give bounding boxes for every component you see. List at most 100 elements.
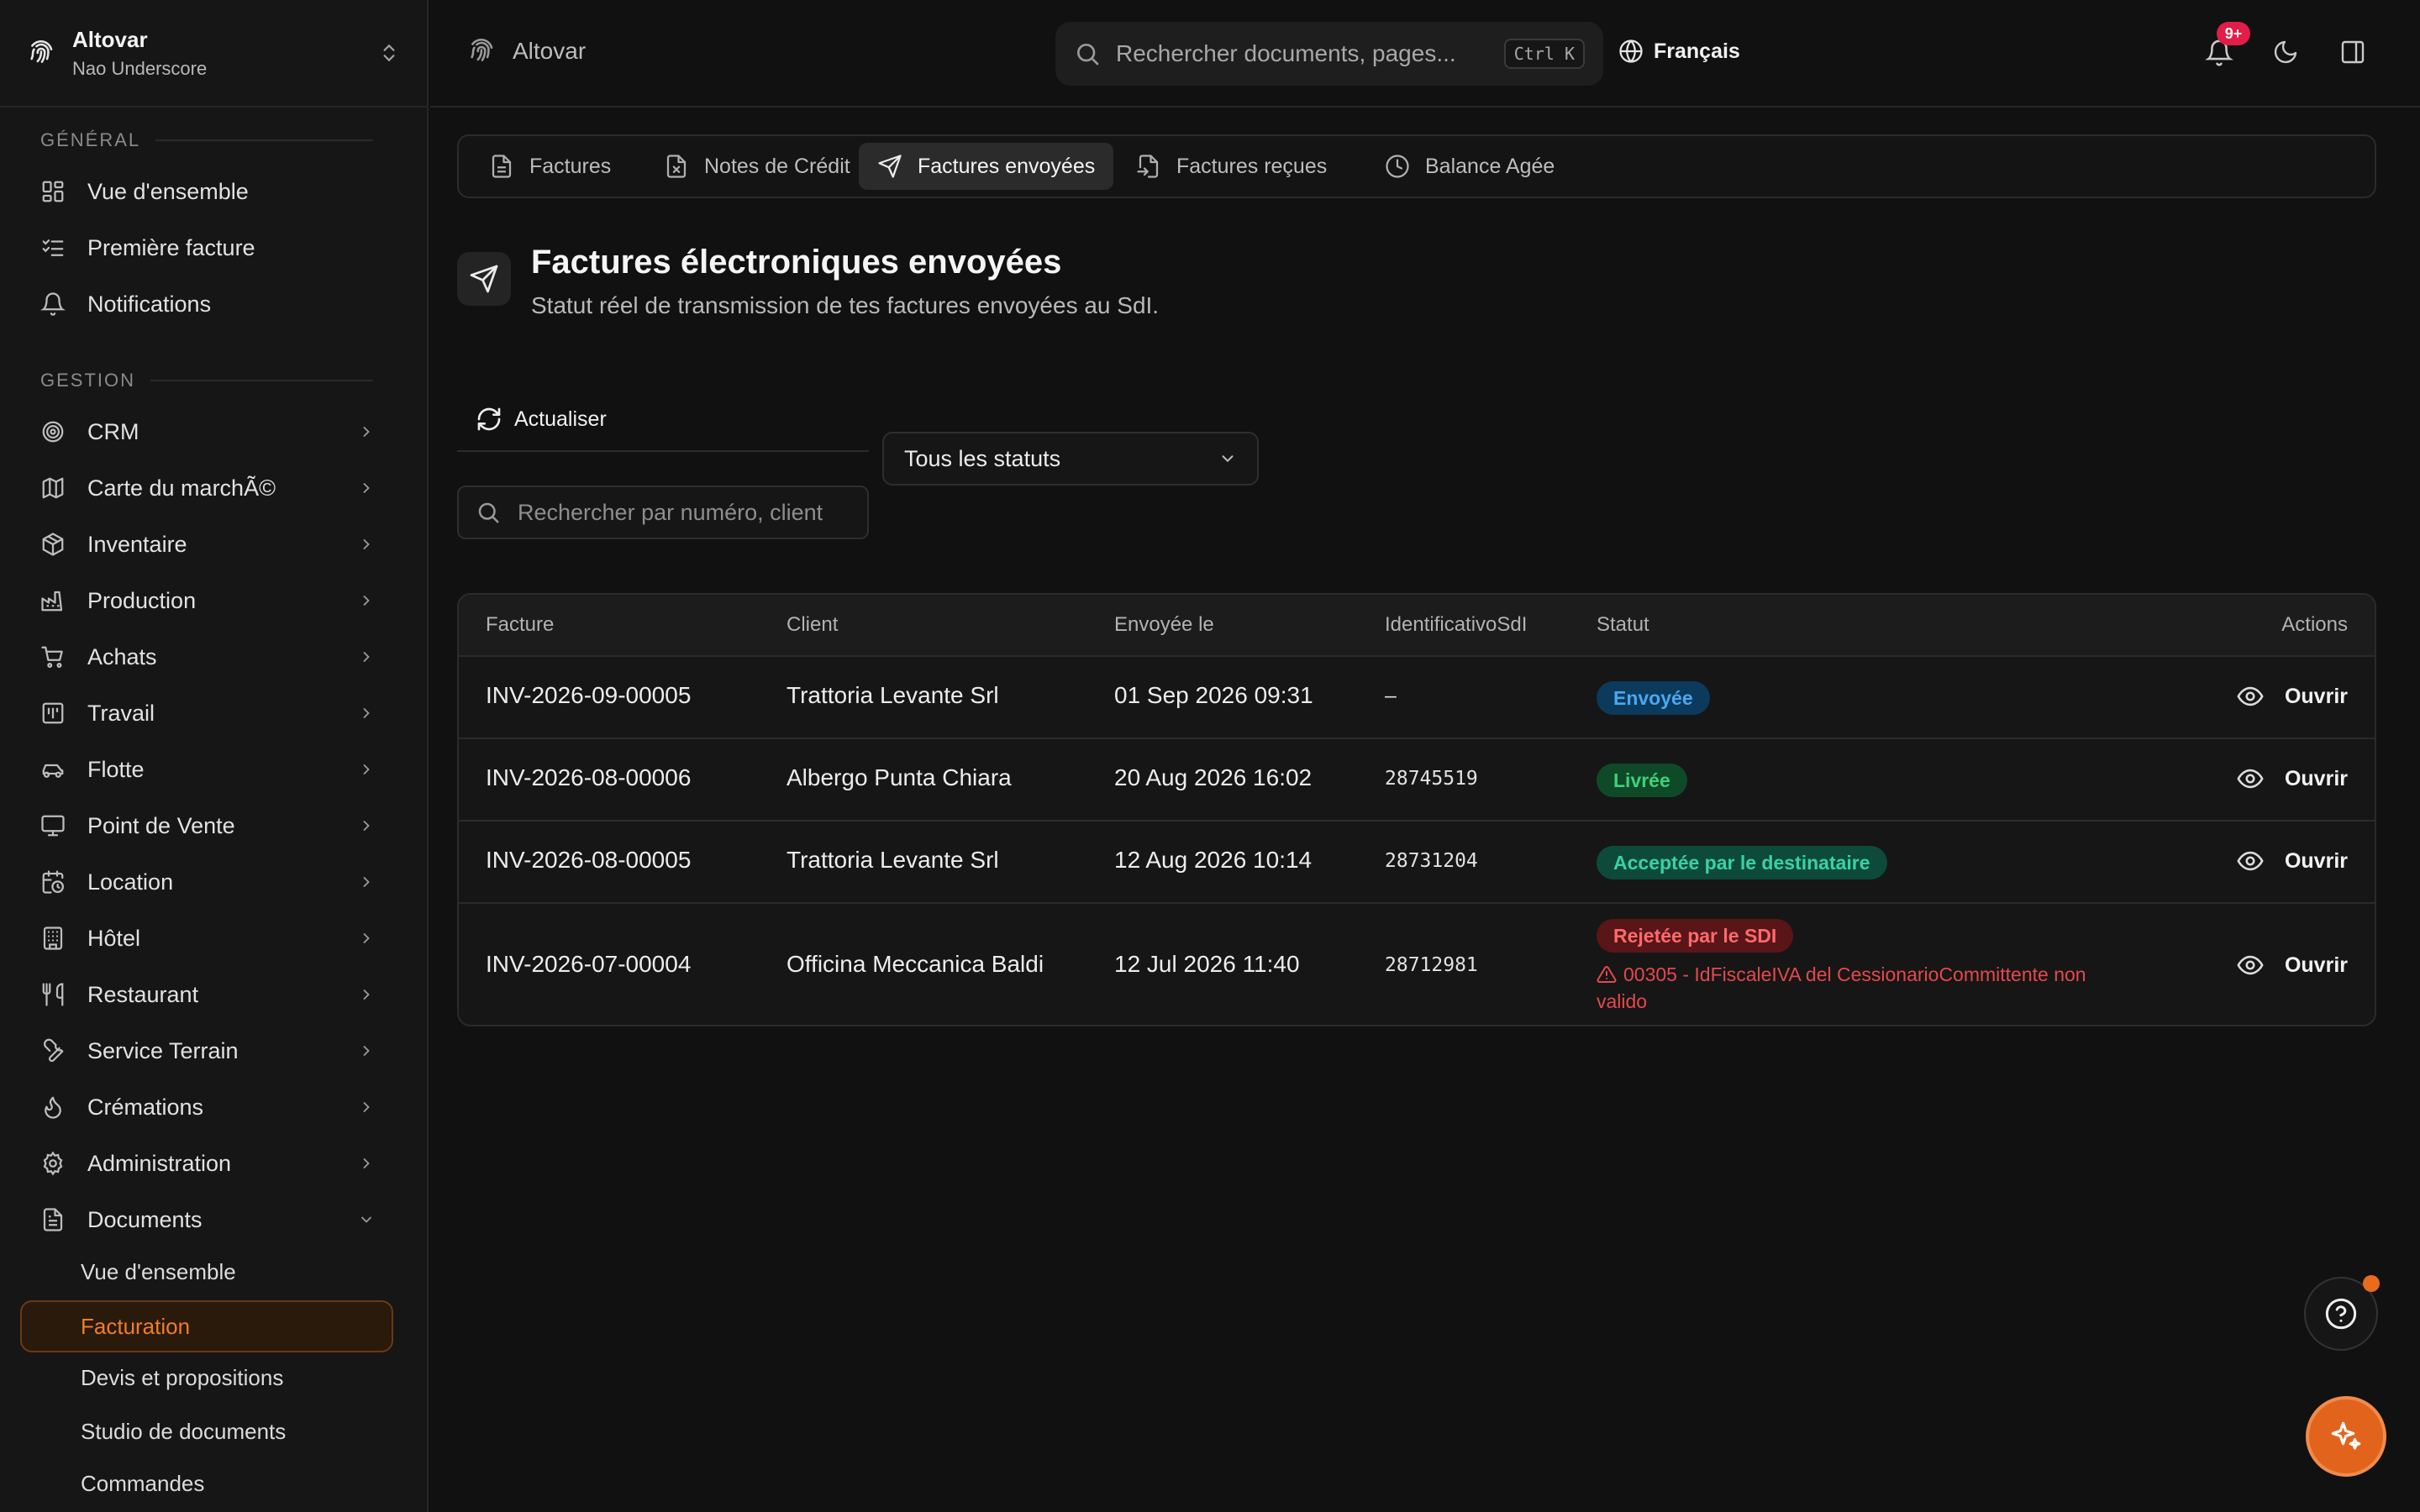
- bell-icon: [40, 292, 66, 316]
- fingerprint-icon: [30, 39, 53, 63]
- sent-date: 12 Aug 2026 10:14: [1114, 847, 1313, 873]
- chevron-right-icon: [363, 539, 370, 549]
- table-header: Facture Client Envoyée le Identificativo…: [459, 595, 2375, 657]
- open-button[interactable]: Ouvrir: [2236, 951, 2348, 979]
- open-button[interactable]: Ouvrir: [2236, 764, 2348, 793]
- sidebar-item-work[interactable]: Travail: [40, 693, 375, 733]
- column-header-invoice: Facture: [486, 613, 555, 636]
- sidebar-item-label: Administration: [87, 1150, 232, 1176]
- chevrons-up-down-icon: [383, 44, 395, 62]
- help-indicator-dot: [2363, 1275, 2380, 1292]
- send-icon: [470, 265, 498, 293]
- sidebar-item-restaurant[interactable]: Restaurant: [40, 974, 375, 1015]
- sdi-id: 28745519: [1385, 768, 1478, 790]
- invoice-number: INV-2026-09-00005: [486, 682, 692, 708]
- language-label: Français: [1654, 39, 1740, 63]
- topbar-brand[interactable]: Altovar: [467, 37, 586, 66]
- fingerprint-icon: [471, 38, 493, 61]
- org-switcher[interactable]: Altovar Nao Underscore: [0, 0, 427, 108]
- sidebar-toggle-icon[interactable]: [2339, 39, 2366, 66]
- document-icon: [43, 1208, 63, 1231]
- sidebar-item-label: Première facture: [87, 234, 255, 260]
- sidebar-item-inventory[interactable]: Inventaire: [40, 524, 375, 564]
- open-label: Ouvrir: [2284, 953, 2348, 977]
- rejection-error-text: 00305 - IdFiscaleIVA del CessionarioComm…: [1597, 963, 2086, 1012]
- open-button[interactable]: Ouvrir: [2236, 682, 2348, 711]
- tab-aged-balance[interactable]: Balance Agée: [1366, 143, 1573, 190]
- client-name: Albergo Punta Chiara: [786, 764, 1012, 790]
- sidebar-item-production[interactable]: Production: [40, 580, 375, 621]
- tab-label: Factures: [529, 154, 612, 178]
- sidebar-item-administration[interactable]: Administration: [40, 1143, 375, 1184]
- status-badge: Livrée: [1597, 764, 1687, 797]
- wrench-icon: [44, 1038, 64, 1063]
- sent-date: 12 Jul 2026 11:40: [1114, 951, 1300, 977]
- sidebar-item-label: Service Terrain: [87, 1037, 239, 1063]
- column-header-status: Statut: [1597, 613, 1649, 636]
- column-header-client: Client: [786, 613, 839, 636]
- sent-date: 01 Sep 2026 09:31: [1114, 682, 1313, 708]
- sidebar-item-label: Travail: [87, 700, 155, 726]
- ai-assistant-button[interactable]: [2306, 1396, 2386, 1477]
- sidebar-sub-document-studio[interactable]: Studio de documents: [81, 1419, 286, 1445]
- eye-icon: [2237, 769, 2264, 789]
- status-filter-select[interactable]: Tous les statuts: [882, 432, 1259, 486]
- invoice-number: INV-2026-08-00005: [486, 847, 692, 873]
- document-x-icon: [666, 155, 687, 178]
- sidebar-item-documents[interactable]: Documents: [40, 1200, 375, 1240]
- org-user: Nao Underscore: [72, 57, 208, 79]
- table-row: INV-2026-08-00006 Albergo Punta Chiara 2…: [459, 739, 2375, 822]
- warning-icon: [1597, 965, 1617, 983]
- sidebar-item-hotel[interactable]: Hôtel: [40, 918, 375, 958]
- global-search[interactable]: Rechercher documents, pages... Ctrl K: [1055, 22, 1603, 86]
- sidebar-item-rental[interactable]: Location: [40, 862, 375, 902]
- sidebar-sub-quotes[interactable]: Devis et propositions: [81, 1365, 283, 1391]
- sidebar-item-label: Location: [87, 869, 174, 895]
- sidebar-item-label: Documents: [87, 1206, 203, 1232]
- chevron-right-icon: [363, 427, 370, 437]
- global-search-placeholder: Rechercher documents, pages...: [1116, 40, 1456, 66]
- sidebar-item-purchases[interactable]: Achats: [40, 637, 375, 677]
- status-badge: Acceptée par le destinataire: [1597, 846, 1887, 879]
- page-title: Factures électroniques envoyées: [531, 244, 1062, 281]
- sdi-id: 28731204: [1385, 850, 1478, 872]
- sidebar-item-market-map[interactable]: Carte du marchÃ©: [40, 468, 375, 508]
- topbar-brand-name: Altovar: [513, 38, 587, 64]
- sidebar-item-label: Production: [87, 587, 197, 613]
- sidebar-item-cremations[interactable]: Crémations: [40, 1087, 375, 1127]
- sidebar-sub-orders[interactable]: Commandes: [81, 1471, 204, 1497]
- chevron-right-icon: [363, 1102, 370, 1112]
- moon-icon[interactable]: [2272, 39, 2299, 66]
- sidebar-item-fleet[interactable]: Flotte: [40, 749, 375, 790]
- sidebar-sub-invoicing[interactable]: Facturation: [20, 1300, 393, 1352]
- sidebar-item-label: Achats: [87, 643, 157, 669]
- sidebar-item-pos[interactable]: Point de Vente: [40, 806, 375, 846]
- sidebar-item-notifications[interactable]: Notifications: [40, 284, 375, 324]
- cart-icon: [41, 646, 63, 668]
- refresh-button[interactable]: Actualiser: [457, 388, 869, 452]
- factory-icon: [41, 591, 63, 612]
- invoice-search-input[interactable]: [518, 499, 850, 526]
- client-name: Officina Meccanica Baldi: [786, 951, 1044, 977]
- sent-invoices-table: Facture Client Envoyée le Identificativo…: [457, 593, 2376, 1026]
- calendar-clock-icon: [42, 870, 64, 894]
- sidebar-item-label: Crémations: [87, 1094, 204, 1120]
- sidebar-item-field-service[interactable]: Service Terrain: [40, 1031, 375, 1071]
- globe-icon: [1619, 39, 1643, 63]
- eye-icon: [2237, 851, 2264, 871]
- tab-sent-invoices[interactable]: Factures envoyées: [859, 143, 1114, 190]
- chevron-right-icon: [363, 764, 370, 774]
- sidebar-item-overview[interactable]: Vue d'ensemble: [40, 171, 375, 212]
- invoice-tabs: Factures Notes de Crédit Factures envoyé…: [457, 134, 2376, 198]
- sidebar-sub-overview[interactable]: Vue d'ensemble: [81, 1259, 236, 1285]
- chevron-right-icon: [363, 933, 370, 943]
- tab-invoices[interactable]: Factures: [471, 143, 629, 190]
- document-import-icon: [1137, 155, 1159, 178]
- sidebar-item-crm[interactable]: CRM: [40, 412, 375, 452]
- open-button[interactable]: Ouvrir: [2236, 847, 2348, 875]
- chevron-right-icon: [363, 877, 370, 887]
- tab-credit-notes[interactable]: Notes de Crédit: [645, 143, 869, 190]
- language-switcher[interactable]: Français: [1618, 39, 1740, 64]
- tab-received-invoices[interactable]: Factures reçues: [1118, 143, 1345, 190]
- sidebar-item-first-invoice[interactable]: Première facture: [40, 228, 375, 268]
